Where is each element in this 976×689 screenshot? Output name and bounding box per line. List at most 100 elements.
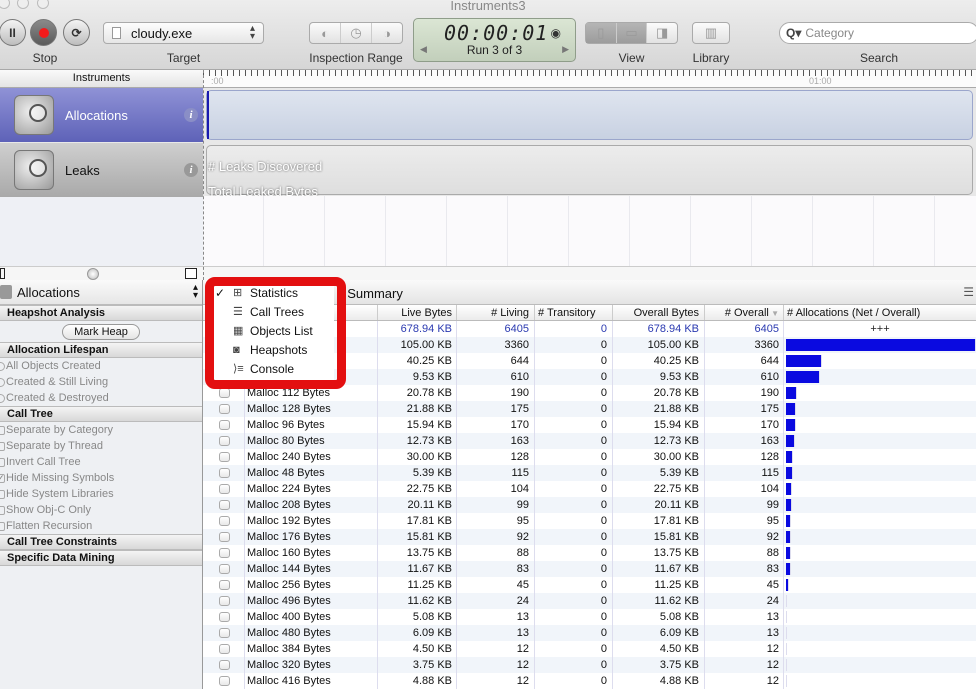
table-row[interactable]: Malloc 416 Bytes 4.88 KB 12 0 4.88 KB 12	[203, 673, 976, 689]
view-extended-detail-button[interactable]: ◨	[647, 23, 677, 43]
leaks-graph[interactable]: # Leaks Discovered Total Leaked Bytes	[206, 145, 973, 199]
library-button[interactable]: ▥	[692, 22, 730, 44]
column-header-overall-bytes[interactable]: Overall Bytes	[613, 305, 705, 320]
menu-item-call-trees[interactable]: ☰ Call Trees	[214, 303, 334, 322]
allocation-bar	[786, 499, 792, 511]
column-header-living[interactable]: # Living	[457, 305, 535, 320]
info-icon[interactable]: i	[184, 163, 198, 177]
radio-created-destroyed[interactable]: Created & Destroyed	[0, 390, 202, 406]
table-row[interactable]: Malloc 48 Bytes 5.39 KB 115 0 5.39 KB 115	[203, 465, 976, 481]
table-row[interactable]: Malloc 480 Bytes 6.09 KB 13 0 6.09 KB 13	[203, 625, 976, 641]
graph-checkbox[interactable]	[219, 644, 230, 654]
table-row[interactable]: Malloc 224 Bytes 22.75 KB 104 0 22.75 KB 104	[203, 481, 976, 497]
graph-checkbox[interactable]	[219, 452, 230, 462]
table-row[interactable]: Malloc 144 Bytes 11.67 KB 83 0 11.67 KB 83	[203, 561, 976, 577]
menu-item-statistics[interactable]: ✓ ⊞ Statistics	[214, 284, 334, 303]
range-end-button[interactable]: ◑	[372, 23, 402, 43]
radio-created-still-living[interactable]: Created & Still Living	[0, 374, 202, 390]
checkbox-hide-missing-symbols[interactable]: Hide Missing Symbols	[0, 470, 202, 486]
column-header-allocations[interactable]: # Allocations (Net / Overall)	[784, 305, 976, 320]
section-heapshot-analysis[interactable]: Heapshot Analysis	[0, 305, 202, 321]
pause-button[interactable]: II	[0, 19, 26, 46]
graph-checkbox[interactable]	[219, 660, 230, 670]
table-row[interactable]: Malloc 256 Bytes 11.25 KB 45 0 11.25 KB 45	[203, 577, 976, 593]
checkbox-show-objc-only[interactable]: Show Obj-C Only	[0, 502, 202, 518]
checkbox-invert-call-tree[interactable]: Invert Call Tree	[0, 454, 202, 470]
graph-checkbox[interactable]	[219, 388, 230, 398]
time-ruler[interactable]: :00 01:00	[203, 70, 976, 88]
table-row[interactable]: Malloc 176 Bytes 15.81 KB 92 0 15.81 KB 92	[203, 529, 976, 545]
info-icon[interactable]: i	[184, 108, 198, 122]
overall-cell: 190	[705, 385, 784, 401]
table-row[interactable]: Malloc 96 Bytes 15.94 KB 170 0 15.94 KB 170	[203, 417, 976, 433]
graph-checkbox[interactable]	[219, 628, 230, 638]
section-allocation-lifespan[interactable]: Allocation Lifespan	[0, 342, 202, 358]
target-select[interactable]: cloudy.exe ▴ ▾	[103, 22, 264, 44]
section-call-tree-constraints[interactable]: Call Tree Constraints	[0, 534, 202, 550]
graph-checkbox[interactable]	[219, 676, 230, 686]
living-cell: 6405	[457, 321, 535, 337]
checkbox-flatten-recursion[interactable]: Flatten Recursion	[0, 518, 202, 534]
column-header-overall[interactable]: # Overall ▼	[705, 305, 784, 320]
checkbox-hide-system-libraries[interactable]: Hide System Libraries	[0, 486, 202, 502]
range-clear-button[interactable]: ◷	[341, 23, 372, 43]
menu-item-heapshots[interactable]: ◙ Heapshots	[214, 341, 334, 360]
column-header-live-bytes[interactable]: Live Bytes	[378, 305, 457, 320]
graph-checkbox[interactable]	[219, 420, 230, 430]
table-row[interactable]: Malloc 400 Bytes 5.08 KB 13 0 5.08 KB 13	[203, 609, 976, 625]
clock-mode-icon[interactable]: ◉	[551, 26, 561, 40]
view-detail-pane-button[interactable]: ▭	[616, 23, 648, 43]
graph-checkbox[interactable]	[219, 404, 230, 414]
graph-checkbox[interactable]	[219, 564, 230, 574]
table-row[interactable]: Malloc 240 Bytes 30.00 KB 128 0 30.00 KB 128	[203, 449, 976, 465]
range-start-button[interactable]: ◐	[310, 23, 341, 43]
graph-checkbox[interactable]	[219, 468, 230, 478]
breadcrumb[interactable]: t Summary	[340, 286, 403, 301]
table-row[interactable]: Malloc 160 Bytes 13.75 KB 88 0 13.75 KB 88	[203, 545, 976, 561]
transitory-cell: 0	[535, 321, 613, 337]
hamburger-icon[interactable]: ☰	[963, 285, 974, 299]
checkbox-separate-by-thread[interactable]: Separate by Thread	[0, 438, 202, 454]
menu-item-objects-list[interactable]: ▦ Objects List	[214, 322, 334, 341]
graph-checkbox[interactable]	[219, 484, 230, 494]
section-call-tree[interactable]: Call Tree	[0, 406, 202, 422]
search-field[interactable]: Q▾ Category	[779, 22, 976, 44]
playhead-line[interactable]	[203, 70, 204, 280]
table-row[interactable]: Malloc 384 Bytes 4.50 KB 12 0 4.50 KB 12	[203, 641, 976, 657]
checkbox-separate-by-category[interactable]: Separate by Category	[0, 422, 202, 438]
track-zoom-slider[interactable]	[87, 268, 99, 280]
tracks-footer	[0, 266, 203, 280]
graph-checkbox[interactable]	[219, 500, 230, 510]
next-run-button[interactable]: ▶	[562, 44, 569, 55]
track-allocations[interactable]: Allocations i	[0, 88, 203, 142]
mark-heap-button[interactable]: Mark Heap	[62, 323, 140, 340]
view-instruments-pane-button[interactable]: ▯	[586, 23, 617, 43]
live-bytes-cell: 15.81 KB	[378, 529, 457, 545]
table-row[interactable]: Malloc 208 Bytes 20.11 KB 99 0 20.11 KB 99	[203, 497, 976, 513]
table-row[interactable]: Malloc 320 Bytes 3.75 KB 12 0 3.75 KB 12	[203, 657, 976, 673]
table-row[interactable]: Malloc 128 Bytes 21.88 KB 175 0 21.88 KB 175	[203, 401, 976, 417]
track-leaks[interactable]: Leaks i	[0, 143, 203, 197]
graph-checkbox[interactable]	[219, 516, 230, 526]
graph-checkbox[interactable]	[219, 612, 230, 622]
menu-item-console[interactable]: ⟩≡ Console	[214, 360, 334, 379]
table-row[interactable]: Malloc 192 Bytes 17.81 KB 95 0 17.81 KB 95	[203, 513, 976, 529]
table-row[interactable]: Malloc 112 Bytes 20.78 KB 190 0 20.78 KB 190	[203, 385, 976, 401]
graph-checkbox[interactable]	[219, 436, 230, 446]
graph-checkbox[interactable]	[219, 548, 230, 558]
instrument-select[interactable]: Allocations ▴ ▾	[0, 280, 202, 305]
graph-checkbox[interactable]	[219, 580, 230, 590]
overall-cell: 88	[705, 545, 784, 561]
graph-checkbox[interactable]	[219, 532, 230, 542]
table-row[interactable]: Malloc 80 Bytes 12.73 KB 163 0 12.73 KB 163	[203, 433, 976, 449]
table-row[interactable]: Malloc 496 Bytes 11.62 KB 24 0 11.62 KB 24	[203, 593, 976, 609]
section-specific-data-mining[interactable]: Specific Data Mining	[0, 550, 202, 566]
stop-record-button[interactable]	[30, 19, 57, 46]
restart-button[interactable]: ⟳	[63, 19, 90, 46]
user-icon[interactable]	[185, 268, 197, 279]
allocations-graph[interactable]	[206, 90, 973, 140]
radio-all-objects-created[interactable]: All Objects Created	[0, 358, 202, 374]
graph-checkbox[interactable]	[219, 596, 230, 606]
column-header-transitory[interactable]: # Transitory	[535, 305, 613, 320]
collapse-icon[interactable]	[0, 268, 5, 279]
